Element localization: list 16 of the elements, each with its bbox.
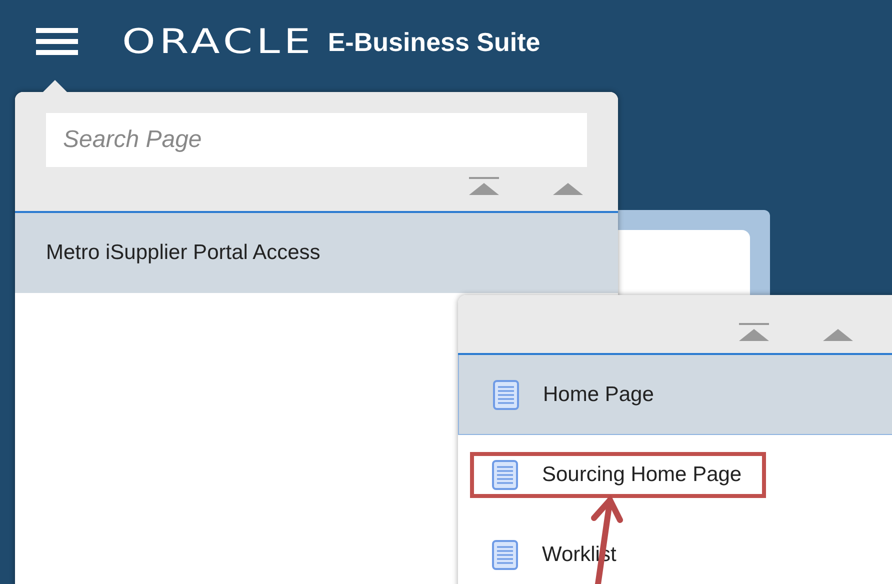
menu-item-label[interactable]: Sourcing Home Page — [542, 463, 742, 487]
menu-item[interactable]: Metro iSupplier Portal Access — [15, 213, 618, 293]
product-name: E-Business Suite — [328, 26, 540, 58]
search-field[interactable]: Search Page — [46, 113, 587, 167]
scroll-up-icon[interactable] — [553, 181, 583, 197]
logo-text: ORACLE — [122, 22, 314, 62]
menu-item-row[interactable]: Home Page — [458, 355, 892, 435]
scroll-up-icon[interactable] — [823, 327, 853, 343]
scroll-top-icon[interactable] — [739, 323, 769, 343]
menu-item-row[interactable]: Sourcing Home Page — [458, 435, 892, 515]
menu-icon[interactable] — [36, 26, 78, 58]
page-icon — [492, 540, 518, 570]
page-icon — [493, 380, 519, 410]
menu-item-label[interactable]: Home Page — [543, 382, 654, 406]
scroll-top-icon[interactable] — [469, 177, 499, 197]
page-icon — [492, 460, 518, 490]
